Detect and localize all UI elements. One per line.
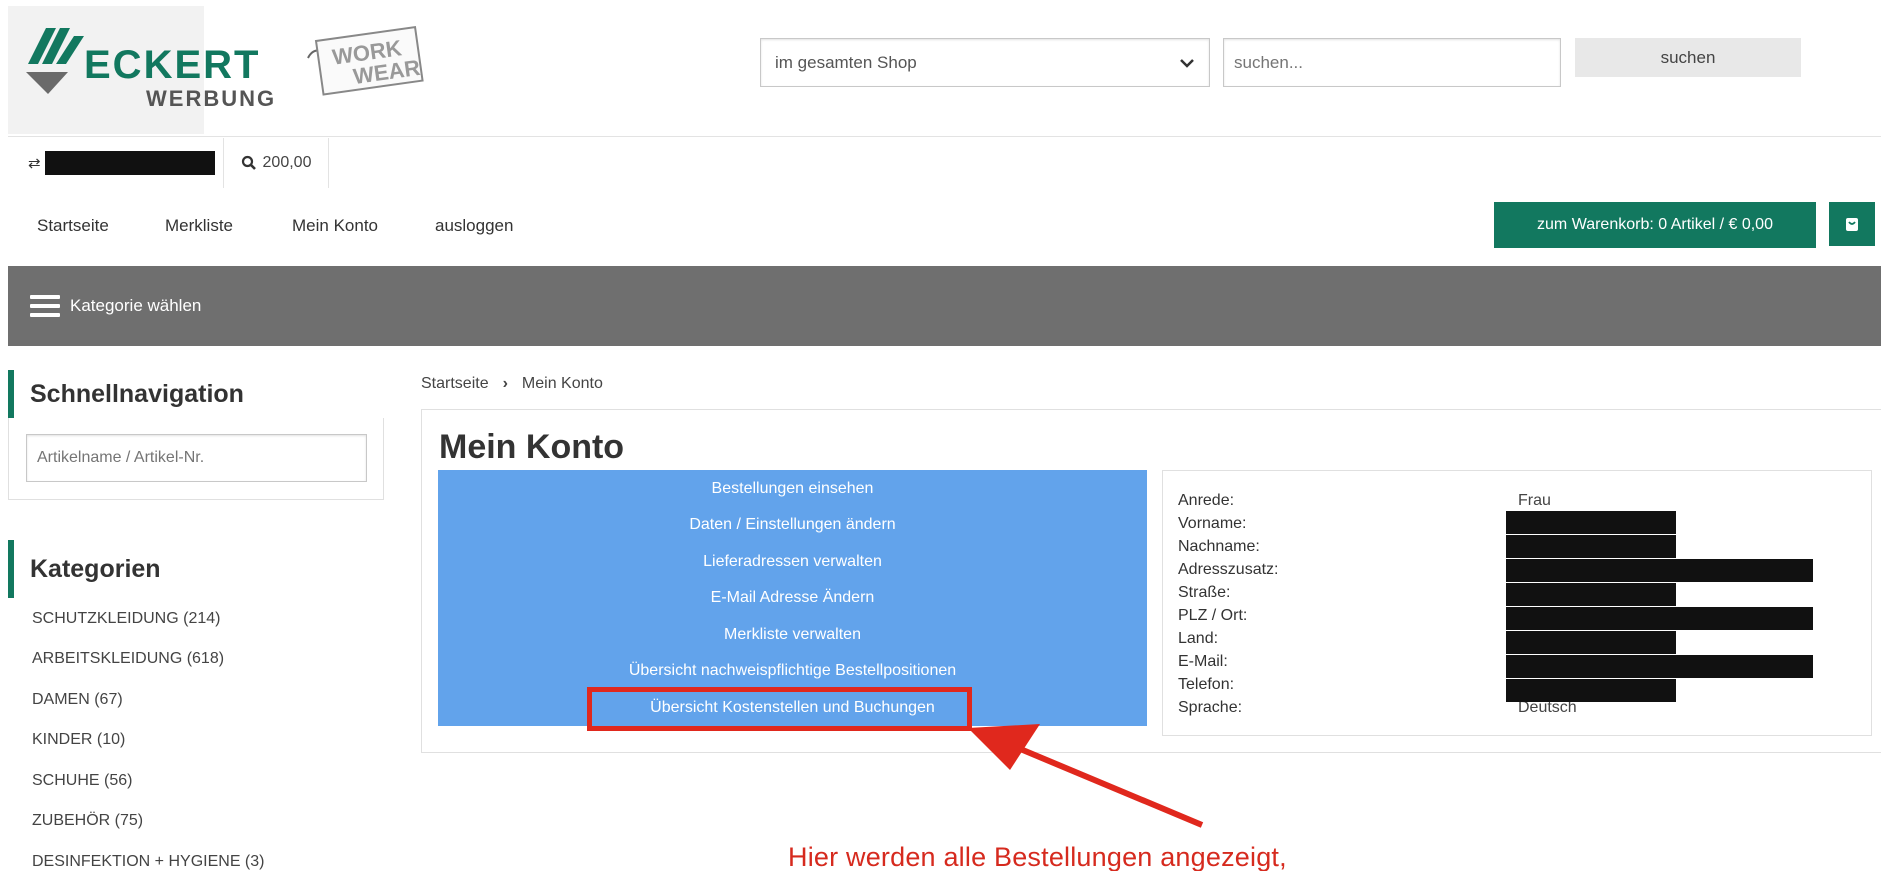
- info-value-anrede: Frau: [1518, 492, 1551, 509]
- account-bar-divider: [8, 136, 1881, 137]
- redacted-adresszusatz: [1506, 559, 1813, 582]
- redacted-vorname: [1506, 511, 1676, 534]
- shop-logo[interactable]: ECKERT WERBUNG WORK WEAR: [8, 6, 440, 134]
- menu-nachweispflichtige-positionen[interactable]: Übersicht nachweispflichtige Bestellposi…: [438, 662, 1147, 680]
- search-icon: [241, 155, 256, 170]
- breadcrumb-home[interactable]: Startseite: [421, 375, 489, 393]
- breadcrumb-separator-icon: ›: [502, 375, 508, 392]
- categories-heading: Kategorien: [8, 540, 384, 598]
- search-input[interactable]: [1223, 38, 1561, 87]
- search-scope-value: im gesamten Shop: [775, 52, 917, 72]
- annotation-arrow-icon: [968, 724, 1204, 828]
- breadcrumb: Startseite › Mein Konto: [421, 375, 603, 393]
- category-link[interactable]: ARBEITSKLEIDUNG (618): [32, 650, 224, 668]
- info-label-adresszusatz: Adresszusatz:: [1178, 561, 1279, 578]
- hamburger-icon: [30, 295, 60, 317]
- info-label-anrede: Anrede:: [1178, 492, 1235, 509]
- category-link[interactable]: SCHUTZKLEIDUNG (214): [32, 610, 220, 628]
- nav-ausloggen[interactable]: ausloggen: [435, 216, 513, 236]
- shopping-bag-icon: [1846, 218, 1858, 231]
- info-label-vorname: Vorname:: [1178, 515, 1247, 532]
- category-link[interactable]: DESINFEKTION + HYGIENE (3): [32, 853, 264, 871]
- redacted-nachname: [1506, 535, 1676, 558]
- breadcrumb-current: Mein Konto: [521, 375, 603, 392]
- annotation-note: Hier werden alle Bestellungen angezeigt,: [788, 842, 1287, 871]
- menu-merkliste[interactable]: Merkliste verwalten: [438, 626, 1147, 644]
- redacted-plz-ort: [1506, 607, 1813, 630]
- logo-sub: WERBUNG: [146, 86, 276, 111]
- page-title: Mein Konto: [439, 428, 625, 466]
- menu-daten-einstellungen[interactable]: Daten / Einstellungen ändern: [438, 516, 1147, 534]
- category-link[interactable]: ZUBEHÖR (75): [32, 812, 143, 830]
- annotation-highlight-box: [587, 687, 972, 731]
- quicknav-heading: Schnellnavigation: [8, 370, 384, 418]
- redacted-land: [1506, 631, 1676, 654]
- cart-icon-button[interactable]: [1829, 202, 1875, 246]
- info-label-plz-ort: PLZ / Ort:: [1178, 607, 1248, 624]
- account-switcher[interactable]: ⇄: [8, 138, 224, 188]
- budget-value: 200,00: [262, 154, 312, 171]
- quicknav-input[interactable]: [26, 434, 367, 482]
- redacted-strasse: [1506, 583, 1676, 606]
- budget-display: 200,00: [224, 138, 329, 188]
- cart-button[interactable]: zum Warenkorb: 0 Artikel / € 0,00: [1494, 202, 1816, 248]
- info-label-email: E-Mail:: [1178, 653, 1228, 670]
- nav-mein-konto[interactable]: Mein Konto: [292, 216, 378, 236]
- category-link[interactable]: SCHUHE (56): [32, 772, 132, 790]
- menu-email-aendern[interactable]: E-Mail Adresse Ändern: [438, 589, 1147, 607]
- redacted-account-name: [44, 151, 215, 175]
- redacted-telefon: [1506, 679, 1676, 702]
- nav-startseite[interactable]: Startseite: [37, 216, 109, 236]
- menu-bestellungen[interactable]: Bestellungen einsehen: [438, 480, 1147, 498]
- nav-merkliste[interactable]: Merkliste: [165, 216, 233, 236]
- chevron-down-icon: [1180, 58, 1194, 68]
- category-link[interactable]: DAMEN (67): [32, 691, 123, 709]
- redacted-email: [1506, 655, 1813, 678]
- logo-brand: ECKERT: [84, 43, 260, 87]
- info-label-nachname: Nachname:: [1178, 538, 1260, 555]
- swap-icon: ⇄: [28, 155, 41, 172]
- info-label-sprache: Sprache:: [1178, 699, 1243, 716]
- category-menu-label: Kategorie wählen: [70, 296, 202, 315]
- search-button[interactable]: suchen: [1575, 38, 1801, 77]
- search-scope-select[interactable]: im gesamten Shop: [760, 38, 1210, 87]
- info-label-telefon: Telefon:: [1178, 676, 1235, 693]
- info-label-land: Land:: [1178, 630, 1219, 647]
- menu-lieferadressen[interactable]: Lieferadressen verwalten: [438, 553, 1147, 571]
- category-menu-toggle[interactable]: Kategorie wählen: [8, 266, 1881, 346]
- category-link[interactable]: KINDER (10): [32, 731, 125, 749]
- info-label-strasse: Straße:: [1178, 584, 1231, 601]
